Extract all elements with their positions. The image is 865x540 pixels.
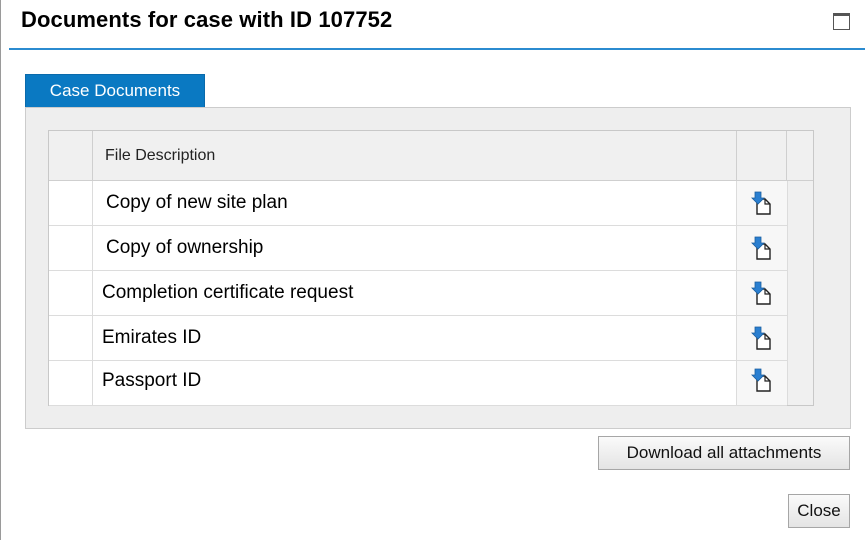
download-button[interactable]: [737, 361, 787, 405]
download-button[interactable]: [737, 181, 787, 225]
download-button[interactable]: [737, 271, 787, 315]
file-description-cell: Copy of ownership: [93, 226, 737, 270]
close-button[interactable]: Close: [788, 494, 850, 528]
file-description-cell: Completion certificate request: [93, 271, 737, 315]
download-document-icon: [751, 326, 771, 350]
row-selector[interactable]: [49, 361, 93, 405]
table-header: File Description: [49, 131, 813, 181]
download-document-icon: [751, 191, 771, 215]
file-description-cell: Copy of new site plan: [93, 181, 737, 225]
table-row: Passport ID: [49, 361, 787, 406]
table-scroll-gutter: [787, 181, 813, 405]
table-row: Copy of new site plan: [49, 181, 787, 226]
row-selector[interactable]: [49, 316, 93, 360]
download-document-icon: [751, 236, 771, 260]
file-description-cell: Passport ID: [93, 361, 737, 405]
table-row: Emirates ID: [49, 316, 787, 361]
title-bar: Documents for case with ID 107752: [9, 0, 865, 52]
title-divider: [9, 48, 865, 50]
download-all-attachments-button[interactable]: Download all attachments: [598, 436, 850, 470]
header-action-cell: [737, 131, 787, 180]
download-document-icon: [751, 281, 771, 305]
table-row: Copy of ownership: [49, 226, 787, 271]
download-button[interactable]: [737, 226, 787, 270]
download-document-icon: [751, 368, 771, 392]
file-description-cell: Emirates ID: [93, 316, 737, 360]
download-button[interactable]: [737, 316, 787, 360]
window-maximize-icon[interactable]: [833, 13, 850, 30]
tab-panel-case-documents: File Description Copy of new site plan C…: [25, 107, 851, 429]
row-selector[interactable]: [49, 226, 93, 270]
row-selector[interactable]: [49, 271, 93, 315]
table-row: Completion certificate request: [49, 271, 787, 316]
dialog-title: Documents for case with ID 107752: [21, 7, 393, 32]
documents-dialog: Documents for case with ID 107752 Case D…: [0, 0, 865, 540]
tab-case-documents[interactable]: Case Documents: [25, 74, 205, 108]
column-header-file-description: File Description: [93, 131, 737, 180]
header-select-cell: [49, 131, 93, 180]
row-selector[interactable]: [49, 181, 93, 225]
documents-table: File Description Copy of new site plan C…: [48, 130, 814, 406]
